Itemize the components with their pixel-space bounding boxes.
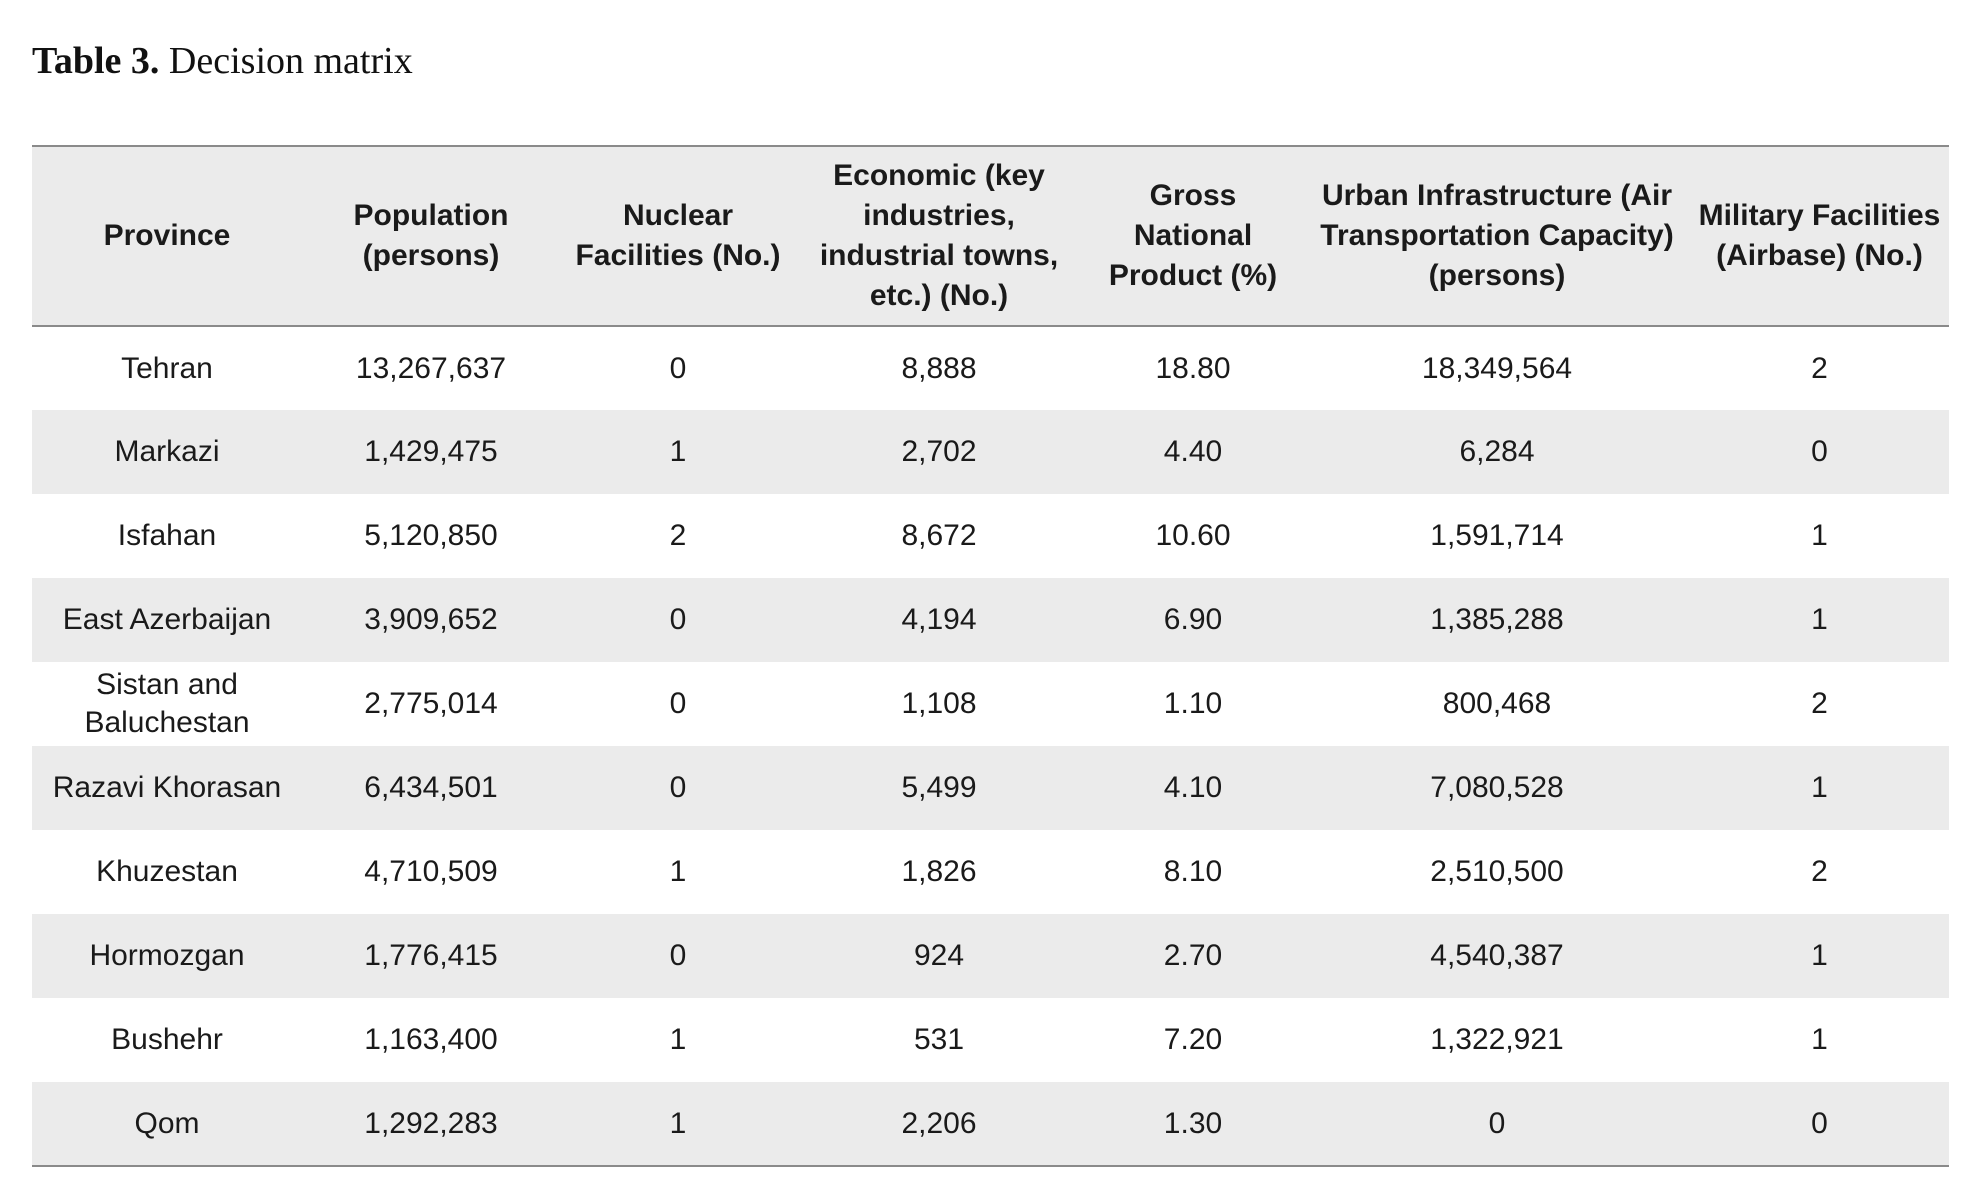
header-row: Province Population (persons) Nuclear Fa…: [32, 145, 1949, 327]
cell-gross-national-product: 4.10: [1163, 771, 1223, 804]
table-body: Tehran 13,267,637 0 8,888 18.80 18,349,564 2 Ma…: [32, 326, 1949, 1167]
cell-urban-infrastructure: 0: [1304, 1082, 1690, 1167]
cell-gross-national-product: 8.10: [1163, 855, 1223, 888]
cell-population: 5,120,850: [364, 519, 498, 552]
cell-nuclear-facilities: 1: [669, 855, 687, 888]
cell-economic: 924: [913, 939, 965, 972]
cell-economic: 8,672: [901, 519, 977, 552]
table-row: Bushehr 1,163,400 1 531 7.20 1,322,921 1: [32, 998, 1949, 1082]
cell-urban-infrastructure: 1,385,288: [1430, 603, 1564, 636]
table-row: Sistan and Baluchestan 2,775,014 0 1,108 1.1…: [32, 662, 1949, 746]
header-gross-national-product: Gross National Product (%): [1082, 145, 1304, 327]
cell-military-facilities: 1: [1811, 603, 1828, 636]
table-row: Khuzestan 4,710,509 1 1,826 8.10 2,510,500 2: [32, 830, 1949, 914]
cell-province: Khuzestan: [96, 855, 238, 888]
cell-urban-infrastructure: 800,468: [1442, 687, 1552, 720]
cell-military-facilities: 0: [1690, 1082, 1949, 1167]
caption-text: Decision matrix: [159, 40, 413, 82]
cell-population: 3,909,652: [364, 603, 498, 636]
cell-population: 4,710,509: [364, 855, 498, 888]
cell-economic: 1,826: [901, 855, 977, 888]
cell-population: 1,163,400: [364, 1023, 498, 1056]
cell-population: 13,267,637: [355, 351, 507, 385]
cell-military-facilities: 2: [1811, 687, 1828, 720]
table-row: Markazi 1,429,475 1 2,702 4.40 6,284 0: [32, 410, 1949, 494]
cell-urban-infrastructure: 1,322,921: [1430, 1023, 1564, 1056]
cell-urban-infrastructure: 1,591,714: [1430, 519, 1564, 552]
caption-label: Table 3.: [32, 40, 160, 82]
cell-gross-national-product: 1.30: [1082, 1082, 1304, 1167]
cell-economic: 2,702: [901, 435, 977, 468]
cell-nuclear-facilities: 1: [560, 1082, 796, 1167]
cell-province: Tehran: [121, 351, 213, 385]
cell-economic: 1,108: [901, 687, 977, 720]
cell-gross-national-product: 2.70: [1163, 939, 1223, 972]
table-row: Qom 1,292,283 1 2,206 1.30 0 0: [32, 1082, 1949, 1167]
cell-nuclear-facilities: 2: [669, 519, 687, 552]
table-row: Razavi Khorasan 6,434,501 0 5,499 4.10 7,080,…: [32, 746, 1949, 830]
cell-urban-infrastructure: 7,080,528: [1430, 771, 1564, 804]
cell-population: 2,775,014: [364, 687, 498, 720]
cell-nuclear-facilities: 0: [669, 939, 687, 972]
cell-nuclear-facilities: 1: [669, 435, 687, 468]
table-row: East Azerbaijan 3,909,652 0 4,194 6.90 1,385,…: [32, 578, 1949, 662]
cell-province: Markazi: [114, 435, 220, 468]
cell-nuclear-facilities: 0: [669, 351, 687, 385]
cell-nuclear-facilities: 0: [669, 687, 687, 720]
cell-nuclear-facilities: 1: [669, 1023, 687, 1056]
header-military-facilities: Military Facilities (Airbase) (No.): [1690, 145, 1949, 327]
cell-economic: 2,206: [796, 1082, 1082, 1167]
cell-province: Sistan and Baluchestan: [84, 668, 250, 739]
cell-economic: 531: [913, 1023, 965, 1056]
cell-population: 1,429,475: [364, 435, 498, 468]
cell-gross-national-product: 18.80: [1155, 351, 1231, 385]
table-row: Isfahan 5,120,850 2 8,672 10.60 1,591,714 1: [32, 494, 1949, 578]
cell-economic: 4,194: [901, 603, 977, 636]
cell-urban-infrastructure: 18,349,564: [1421, 351, 1573, 385]
cell-military-facilities: 1: [1811, 519, 1828, 552]
header-population: Population (persons): [302, 145, 560, 327]
cell-population: 1,776,415: [364, 939, 498, 972]
cell-gross-national-product: 10.60: [1155, 519, 1231, 552]
cell-province: East Azerbaijan: [62, 603, 272, 636]
cell-military-facilities: 1: [1811, 771, 1828, 804]
cell-province: Qom: [32, 1082, 302, 1167]
cell-gross-national-product: 7.20: [1163, 1023, 1223, 1056]
cell-urban-infrastructure: 6,284: [1459, 435, 1535, 468]
cell-gross-national-product: 1.10: [1163, 687, 1223, 720]
cell-population: 6,434,501: [364, 771, 498, 804]
table-caption: Table 3. Decision matrix: [32, 42, 413, 80]
header-nuclear-facilities: Nuclear Facilities (No.): [560, 145, 796, 327]
header-economic: Economic (key industries, industrial tow…: [796, 145, 1082, 327]
table-row: Tehran 13,267,637 0 8,888 18.80 18,349,564 2: [32, 326, 1949, 410]
cell-province: Razavi Khorasan: [52, 771, 282, 804]
cell-military-facilities: 2: [1811, 855, 1828, 888]
cell-province: Bushehr: [111, 1023, 223, 1056]
table-header: Province Population (persons) Nuclear Fa…: [32, 145, 1949, 327]
cell-nuclear-facilities: 0: [669, 603, 687, 636]
cell-province: Hormozgan: [89, 939, 245, 972]
cell-military-facilities: 1: [1811, 1023, 1828, 1056]
decision-matrix-table: Province Population (persons) Nuclear Fa…: [32, 145, 1949, 1167]
table-row: Hormozgan 1,776,415 0 924 2.70 4,540,387 1: [32, 914, 1949, 998]
cell-nuclear-facilities: 0: [669, 771, 687, 804]
cell-military-facilities: 2: [1811, 351, 1828, 385]
cell-economic: 5,499: [901, 771, 977, 804]
cell-military-facilities: 0: [1811, 435, 1828, 468]
cell-military-facilities: 1: [1811, 939, 1828, 972]
cell-gross-national-product: 6.90: [1163, 603, 1223, 636]
cell-province: Isfahan: [117, 519, 217, 552]
header-urban-infrastructure: Urban Infrastructure (Air Transportation…: [1304, 145, 1690, 327]
cell-urban-infrastructure: 4,540,387: [1430, 939, 1564, 972]
cell-gross-national-product: 4.40: [1163, 435, 1223, 468]
cell-urban-infrastructure: 2,510,500: [1430, 855, 1564, 888]
header-province: Province: [32, 145, 302, 327]
cell-population: 1,292,283: [302, 1082, 560, 1167]
cell-economic: 8,888: [901, 351, 977, 385]
